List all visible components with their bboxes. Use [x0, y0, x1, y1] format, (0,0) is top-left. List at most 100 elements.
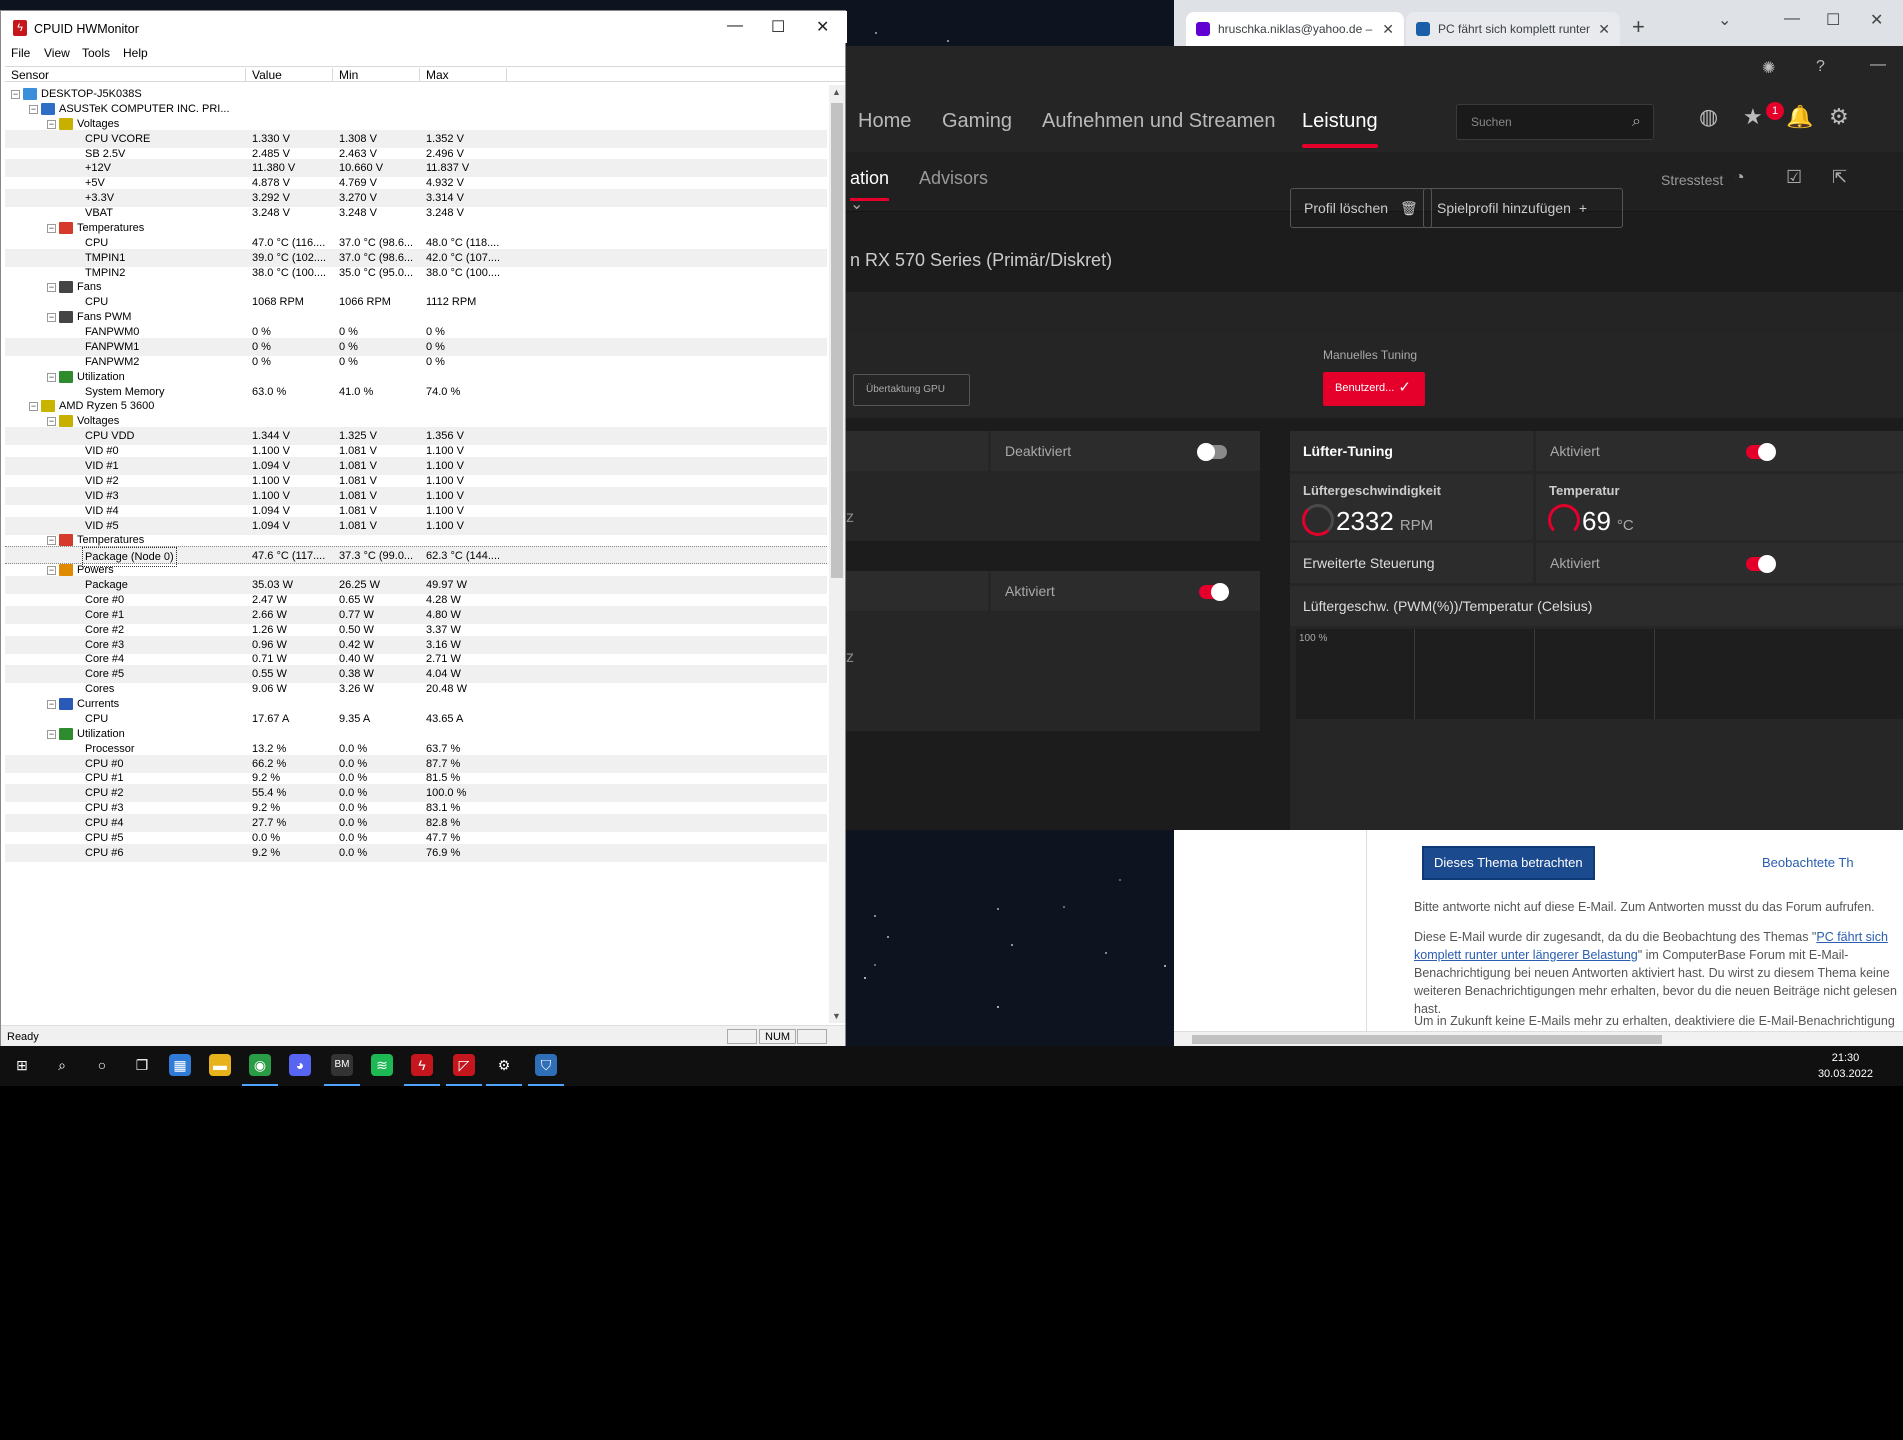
search-input[interactable]: Suchen ⌕ [1456, 104, 1654, 140]
maximize-button[interactable]: ☐ [771, 17, 785, 37]
sensor-row[interactable]: CPU #6 9.2 % 0.0 % 76.9 % [5, 843, 827, 862]
search-icon: ⌕ [51, 1054, 73, 1076]
collapse-toggle-icon[interactable]: − [47, 417, 56, 427]
taskbar-button[interactable]: ◕ [278, 1046, 322, 1086]
chevron-down-icon[interactable]: ⌄ [850, 194, 863, 214]
taskbar-button[interactable]: ⌕ [40, 1046, 84, 1086]
toggle-knob [1211, 583, 1229, 601]
close-button[interactable]: ✕ [1870, 10, 1883, 30]
minimize-button[interactable]: — [1784, 10, 1800, 28]
wallpaper-star [1063, 905, 1066, 908]
collapse-toggle-icon[interactable]: − [47, 119, 56, 129]
search-icon[interactable]: ⌕ [1632, 113, 1641, 131]
taskbar-button[interactable]: ▦ [158, 1046, 202, 1086]
browser-tab-mail[interactable]: hruschka.niklas@yahoo.de – ✕ [1186, 12, 1404, 46]
fan-curve-graph[interactable]: 100 % [1296, 629, 1903, 719]
column-header-min[interactable]: Min [333, 68, 420, 82]
menu-help[interactable]: Help [123, 46, 148, 60]
taskbar-button[interactable]: ◸ [442, 1046, 486, 1086]
custom-tuning-button[interactable]: Benutzerd... ✓ [1323, 372, 1425, 406]
watched-threads-link[interactable]: Beobachtete Th [1762, 854, 1854, 872]
minimize-button[interactable]: — [727, 17, 743, 35]
wallpaper-star [887, 935, 890, 938]
cortana-icon: ○ [91, 1054, 113, 1076]
collapse-toggle-icon[interactable]: − [29, 104, 38, 114]
taskbar-button[interactable]: ≋ [360, 1046, 404, 1086]
collapse-toggle-icon[interactable]: − [47, 313, 56, 323]
minimize-button[interactable]: — [1870, 56, 1886, 74]
toggle-switch[interactable] [1746, 555, 1776, 573]
star-icon[interactable]: ★ [1743, 104, 1763, 130]
taskbar-button[interactable]: ⊞ [0, 1046, 44, 1086]
view-thread-button[interactable]: Dieses Thema betrachten [1422, 846, 1595, 880]
menu-tools[interactable]: Tools [82, 46, 110, 60]
nav-record-stream[interactable]: Aufnehmen und Streamen [1042, 110, 1276, 133]
vertical-scrollbar[interactable]: ▲ ▼ [829, 85, 845, 1023]
toggle-switch[interactable] [1197, 443, 1227, 461]
collapse-toggle-icon[interactable]: − [47, 729, 56, 739]
gear-icon[interactable]: ⚙ [1829, 104, 1849, 130]
checklist-icon[interactable]: ☑ [1786, 167, 1802, 188]
manual-tuning-label: Manuelles Tuning [1323, 348, 1418, 362]
close-icon[interactable]: ✕ [1592, 21, 1610, 38]
close-icon[interactable]: ✕ [1376, 21, 1394, 38]
num-lock-indicator: NUM [759, 1029, 797, 1044]
collapse-toggle-icon[interactable]: − [47, 372, 56, 382]
tab-advisors[interactable]: Advisors [919, 168, 988, 189]
taskbar-button[interactable]: ⚙ [482, 1046, 526, 1086]
taskbar-button[interactable]: BM [320, 1046, 364, 1086]
taskbar-button[interactable]: ϟ [400, 1046, 444, 1086]
globe-icon[interactable]: ◍ [1699, 104, 1718, 130]
taskbar-button[interactable]: ○ [80, 1046, 124, 1086]
card-header [846, 571, 988, 611]
collapse-toggle-icon[interactable]: − [47, 283, 56, 293]
chevron-down-icon[interactable]: ⌄ [1718, 10, 1731, 30]
scrollbar-thumb[interactable] [831, 103, 843, 578]
add-game-profile-button[interactable]: Spielprofil hinzufügen + [1423, 188, 1623, 228]
fan-tuning-state: Aktiviert [1536, 431, 1903, 471]
tab-tuning[interactable]: ation [850, 168, 890, 201]
stresstest-label[interactable]: Stresstest [1661, 172, 1723, 188]
button-label: Profil löschen [1304, 200, 1389, 216]
scroll-down-icon[interactable]: ▼ [832, 1011, 841, 1021]
mail-paragraph: Um in Zukunft keine E-Mails mehr zu erha… [1414, 1014, 1895, 1028]
column-header-value[interactable]: Value [246, 68, 333, 82]
temperature-cell: Temperatur 69 °C [1536, 474, 1903, 540]
close-button[interactable]: ✕ [816, 17, 829, 37]
taskbar-button[interactable]: ▬ [198, 1046, 242, 1086]
toggle-switch[interactable] [1199, 583, 1229, 601]
horizontal-scrollbar[interactable] [1174, 1031, 1903, 1046]
collapse-toggle-icon[interactable]: − [47, 536, 56, 546]
system-clock[interactable]: 21:30 30.03.2022 [1818, 1050, 1873, 1082]
overclock-gpu-option[interactable]: Übertaktung GPU [853, 374, 970, 406]
taskbar-button[interactable]: ◉ [238, 1046, 282, 1086]
column-header-sensor[interactable]: Sensor [5, 68, 246, 82]
gauge-icon[interactable]: ◔ [1734, 167, 1745, 188]
delete-profile-button[interactable]: Profil löschen 🗑 [1290, 188, 1432, 228]
collapse-toggle-icon[interactable]: − [47, 566, 56, 576]
help-icon[interactable]: ? [1816, 58, 1825, 76]
voltage-icon [59, 117, 73, 130]
column-header-max[interactable]: Max [420, 68, 507, 82]
bug-report-icon[interactable]: ✺ [1762, 58, 1775, 78]
export-icon[interactable]: ⇱ [1832, 167, 1847, 188]
nav-home[interactable]: Home [858, 110, 911, 133]
radeon-main-nav: ✺ ? — ☐ Home Gaming Aufnehmen und Stream… [846, 56, 1903, 152]
toggle-switch[interactable] [1746, 443, 1776, 461]
nav-performance[interactable]: Leistung [1302, 110, 1378, 148]
scrollbar-thumb[interactable] [1192, 1035, 1662, 1044]
truncated-label: z [846, 649, 854, 666]
menu-file[interactable]: File [11, 46, 30, 60]
new-tab-button[interactable]: + [1632, 14, 1645, 40]
collapse-toggle-icon[interactable]: − [47, 223, 56, 233]
collapse-toggle-icon[interactable]: − [47, 700, 56, 710]
nav-gaming[interactable]: Gaming [942, 110, 1012, 133]
scroll-up-icon[interactable]: ▲ [832, 87, 841, 97]
maximize-button[interactable]: ☐ [1826, 10, 1840, 30]
collapse-toggle-icon[interactable]: − [11, 90, 20, 99]
collapse-toggle-icon[interactable]: − [29, 402, 38, 412]
menu-view[interactable]: View [44, 46, 70, 60]
browser-tab-forum[interactable]: PC fährt sich komplett runter ✕ [1406, 12, 1620, 46]
bell-icon[interactable]: 🔔 [1786, 104, 1813, 130]
taskbar-button[interactable]: ⛉ [524, 1046, 568, 1086]
